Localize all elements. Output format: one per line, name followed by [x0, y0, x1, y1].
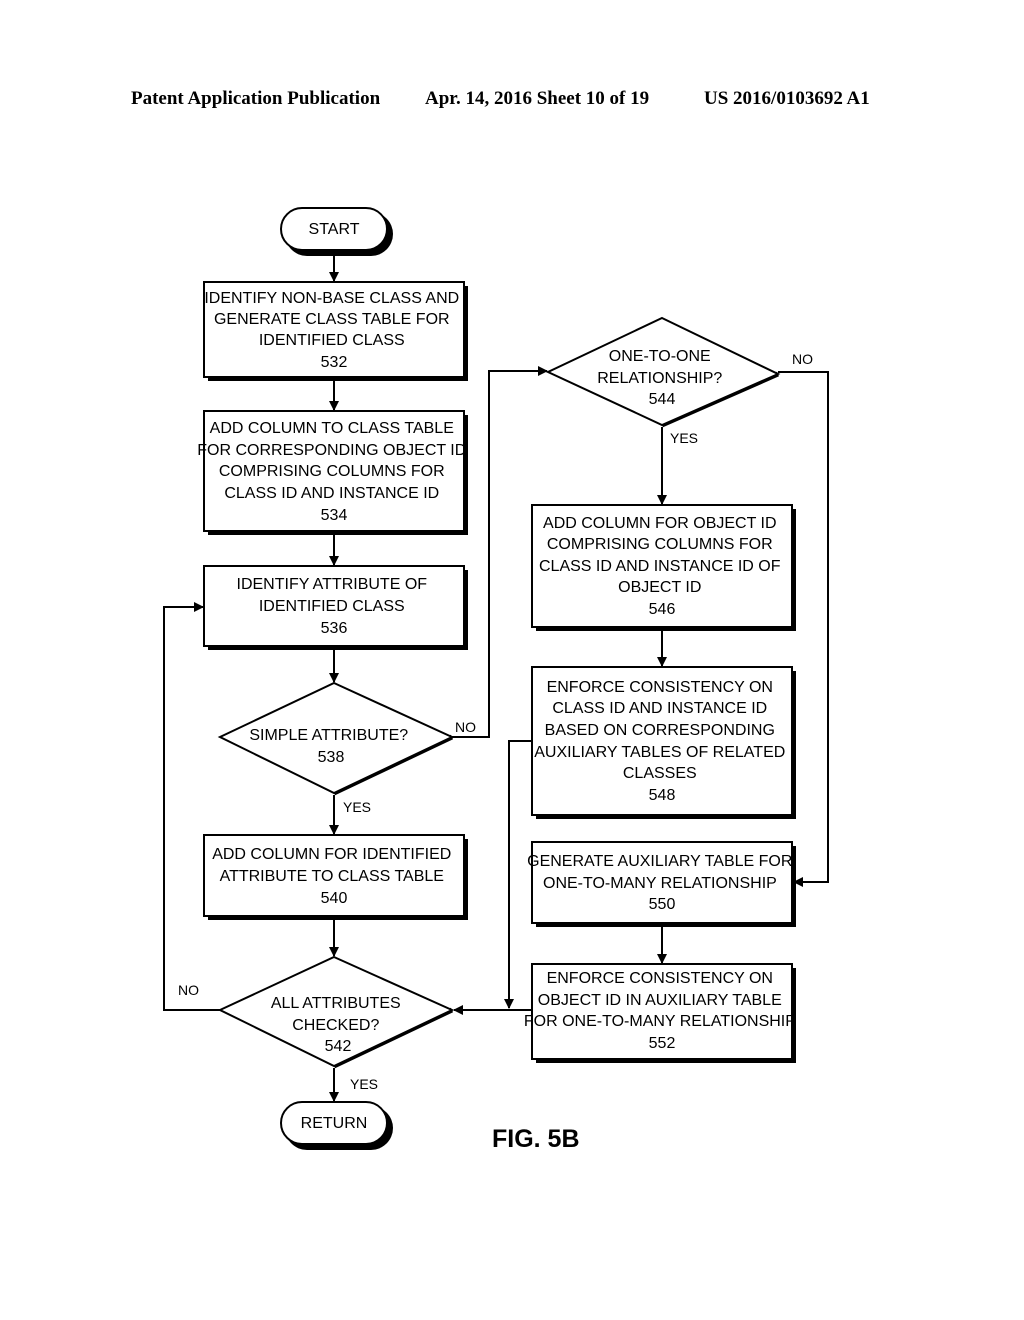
- return-terminal: RETURN: [280, 1101, 388, 1145]
- process-550: GENERATE AUXILIARY TABLE FOR ONE-TO-MANY…: [527, 841, 793, 924]
- figure-label: FIG. 5B: [492, 1125, 580, 1153]
- start-label: START: [309, 221, 360, 238]
- node-text: IDENTIFIED CLASS: [259, 332, 405, 349]
- edge-label-538-no: NO: [455, 719, 476, 735]
- node-number: 540: [321, 890, 348, 907]
- process-552: ENFORCE CONSISTENCY ON OBJECT ID IN AUXI…: [524, 963, 796, 1060]
- flowchart: START RETURN IDENTIFY NON-BASE CLASS AND…: [163, 207, 829, 1153]
- edge-label-542-no: NO: [178, 982, 199, 998]
- node-text: FOR CORRESPONDING OBJECT ID: [197, 442, 466, 459]
- node-text: CLASS ID AND INSTANCE ID: [552, 700, 767, 717]
- node-text: COMPRISING COLUMNS FOR: [219, 463, 445, 480]
- node-text: COMPRISING COLUMNS FOR: [547, 536, 773, 553]
- arrow-548-join: [504, 740, 532, 1009]
- arrow-542-536-no: [163, 602, 220, 1011]
- edge-label-542-yes: YES: [350, 1076, 378, 1092]
- start-terminal: START: [280, 207, 388, 251]
- node-number: 542: [325, 1038, 352, 1055]
- node-number: 536: [321, 620, 348, 637]
- node-text: ENFORCE CONSISTENCY ON: [547, 970, 773, 987]
- node-text: OBJECT ID: [618, 579, 701, 596]
- edge-label-544-no: NO: [792, 351, 813, 367]
- node-text: ADD COLUMN FOR OBJECT ID: [543, 515, 777, 532]
- node-text: GENERATE CLASS TABLE FOR: [214, 311, 450, 328]
- decision-544: ONE-TO-ONE RELATIONSHIP? 544: [545, 316, 781, 428]
- node-text: CLASS ID AND INSTANCE ID OF: [539, 558, 781, 575]
- node-text: FOR ONE-TO-MANY RELATIONSHIP: [524, 1013, 796, 1030]
- node-text: ADD COLUMN FOR IDENTIFIED: [212, 846, 451, 863]
- node-text: IDENTIFY ATTRIBUTE OF: [237, 576, 428, 593]
- node-text: ONE-TO-MANY RELATIONSHIP: [543, 875, 777, 892]
- node-number: 550: [649, 896, 676, 913]
- node-text: CLASSES: [623, 765, 697, 782]
- process-540: ADD COLUMN FOR IDENTIFIED ATTRIBUTE TO C…: [203, 834, 465, 917]
- process-548: ENFORCE CONSISTENCY ON CLASS ID AND INST…: [531, 666, 793, 816]
- node-number: 546: [649, 601, 676, 618]
- edge-label-538-yes: YES: [343, 799, 371, 815]
- node-number: 544: [649, 391, 676, 408]
- node-text: ATTRIBUTE TO CLASS TABLE: [220, 868, 444, 885]
- node-text: ONE-TO-ONE: [609, 348, 711, 365]
- node-text: ALL ATTRIBUTES: [271, 995, 401, 1012]
- decision-542: ALL ATTRIBUTES CHECKED? 542: [217, 955, 455, 1069]
- decision-538: SIMPLE ATTRIBUTE? 538: [217, 681, 455, 796]
- node-text: IDENTIFY NON-BASE CLASS AND: [204, 290, 459, 307]
- node-number: 538: [318, 749, 345, 766]
- node-text: OBJECT ID IN AUXILIARY TABLE: [538, 992, 782, 1009]
- edge-label-544-yes: YES: [670, 430, 698, 446]
- return-label: RETURN: [301, 1115, 368, 1132]
- node-text: RELATIONSHIP?: [597, 370, 722, 387]
- process-546: ADD COLUMN FOR OBJECT ID COMPRISING COLU…: [531, 504, 793, 628]
- process-534: ADD COLUMN TO CLASS TABLE FOR CORRESPOND…: [197, 410, 466, 532]
- node-number: 534: [321, 507, 348, 524]
- node-text: SIMPLE ATTRIBUTE?: [249, 727, 408, 744]
- node-text: CHECKED?: [292, 1017, 379, 1034]
- node-text: ENFORCE CONSISTENCY ON: [547, 679, 773, 696]
- node-text: ADD COLUMN TO CLASS TABLE: [210, 420, 454, 437]
- node-text: CLASS ID AND INSTANCE ID: [224, 485, 439, 502]
- node-text: IDENTIFIED CLASS: [259, 598, 405, 615]
- node-text: BASED ON CORRESPONDING: [545, 722, 775, 739]
- process-532: IDENTIFY NON-BASE CLASS AND GENERATE CLA…: [203, 281, 465, 378]
- node-number: 548: [649, 787, 676, 804]
- node-number: 532: [321, 354, 348, 371]
- node-text: AUXILIARY TABLES OF RELATED: [534, 744, 785, 761]
- node-text: GENERATE AUXILIARY TABLE FOR: [527, 853, 792, 870]
- node-number: 552: [649, 1035, 676, 1052]
- process-536: IDENTIFY ATTRIBUTE OF IDENTIFIED CLASS 5…: [203, 565, 465, 647]
